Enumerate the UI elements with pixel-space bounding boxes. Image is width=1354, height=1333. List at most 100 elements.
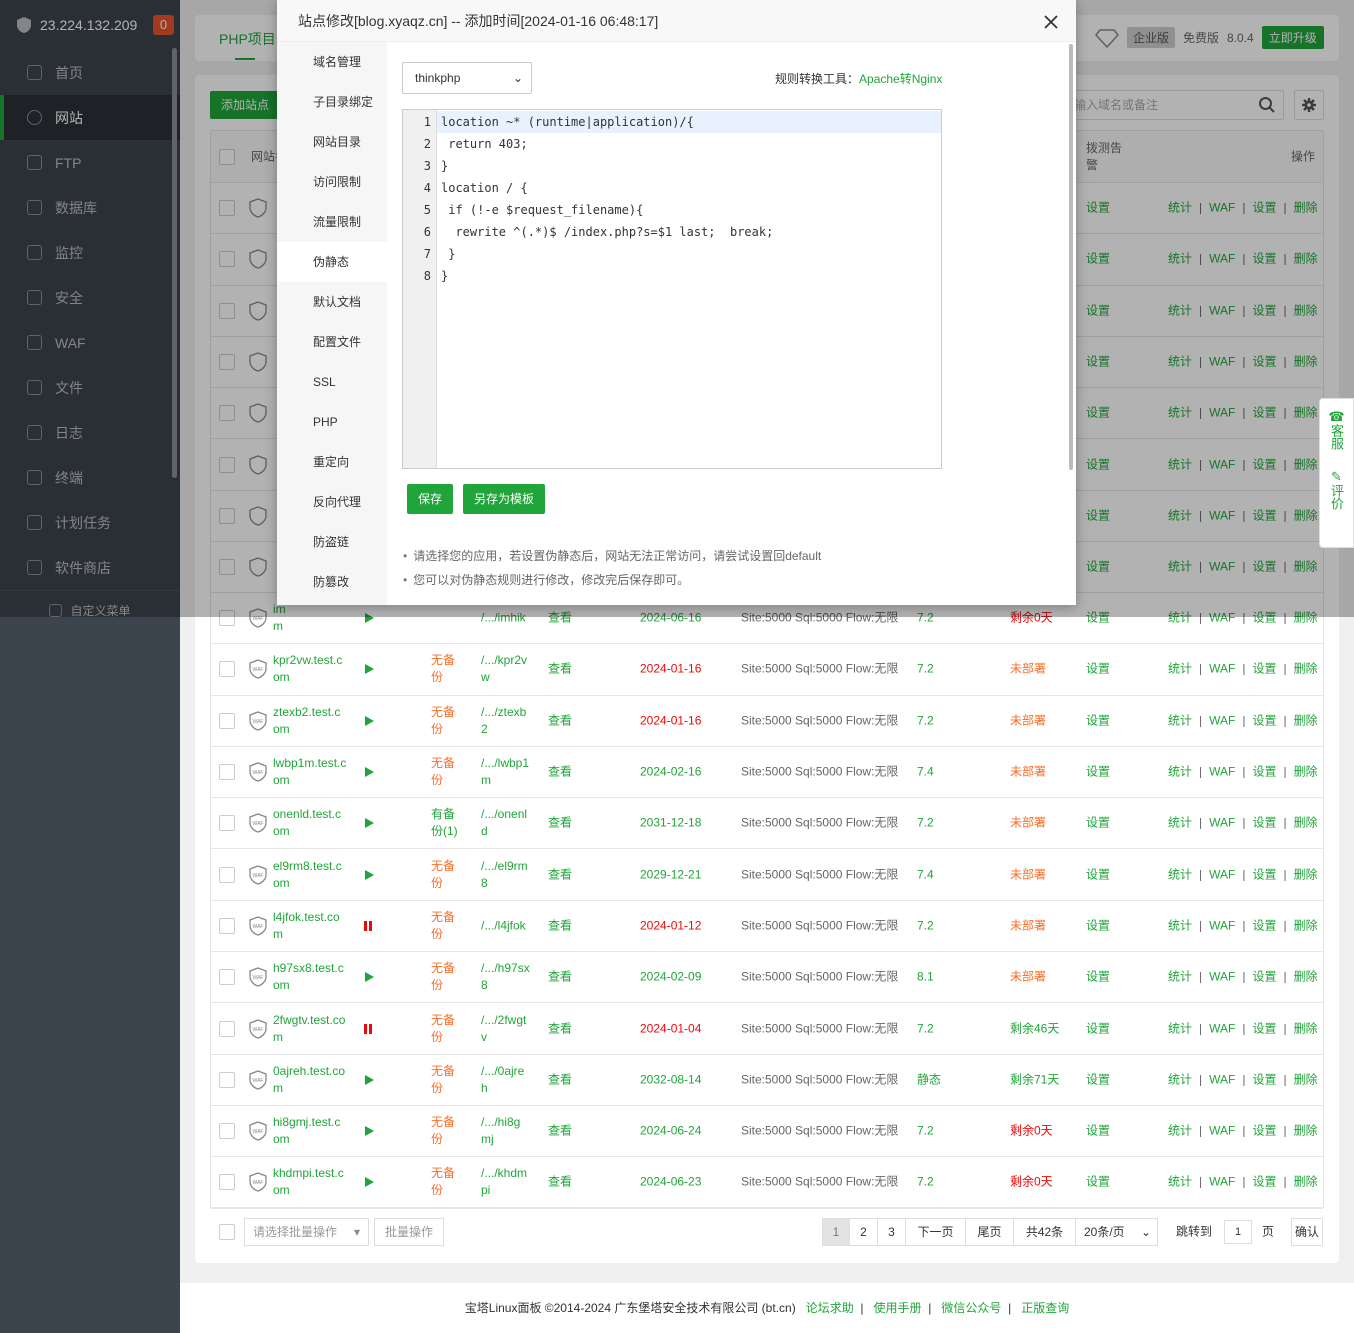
site-name-link[interactable]: khdmpi.test.c om: [273, 1165, 344, 1199]
settings-link[interactable]: 设置: [1252, 866, 1276, 883]
row-checkbox[interactable]: [219, 866, 235, 883]
delete-link[interactable]: 删除: [1294, 661, 1318, 678]
settings-link[interactable]: 设置: [1252, 1020, 1276, 1037]
backup-status[interactable]: 无备份: [431, 704, 455, 738]
backup-status[interactable]: 无备份: [431, 755, 455, 789]
quota-text[interactable]: Site:5000 Sql:5000 Flow:无限: [741, 1020, 898, 1037]
view-link[interactable]: 查看: [548, 712, 572, 729]
apache-to-nginx-link[interactable]: Apache转Nginx: [859, 72, 942, 86]
backup-status[interactable]: 无备份: [431, 1114, 455, 1148]
backup-status[interactable]: 无备份: [431, 652, 455, 686]
stats-link[interactable]: 统计: [1168, 1174, 1192, 1191]
stats-link[interactable]: 统计: [1168, 969, 1192, 986]
ssl-status[interactable]: 未部署: [1010, 815, 1046, 832]
close-icon[interactable]: [1041, 12, 1061, 32]
modal-nav-item[interactable]: 域名管理: [277, 42, 387, 82]
site-path-link[interactable]: /.../onenl d: [481, 806, 527, 840]
ssl-status[interactable]: 未部署: [1010, 866, 1046, 883]
delete-link[interactable]: 删除: [1294, 712, 1318, 729]
modal-nav-item[interactable]: 默认文档: [277, 282, 387, 322]
view-link[interactable]: 查看: [548, 866, 572, 883]
backup-status[interactable]: 无备份: [431, 960, 455, 994]
delete-link[interactable]: 删除: [1294, 969, 1318, 986]
backup-status[interactable]: 无备份: [431, 1012, 455, 1046]
stats-link[interactable]: 统计: [1168, 1020, 1192, 1037]
settings-link[interactable]: 设置: [1252, 1123, 1276, 1140]
code-line[interactable]: location / {: [441, 177, 528, 199]
expire-date[interactable]: 2024-02-09: [640, 969, 701, 986]
stopped-pause-icon[interactable]: [364, 920, 372, 931]
modal-nav-item[interactable]: 子目录绑定: [277, 82, 387, 122]
site-name-link[interactable]: l4jfok.test.co m: [273, 909, 340, 943]
row-checkbox[interactable]: [219, 661, 235, 678]
template-select[interactable]: thinkphp ⌄: [402, 62, 532, 94]
settings-link[interactable]: 设置: [1252, 764, 1276, 781]
settings-link[interactable]: 设置: [1252, 815, 1276, 832]
expire-date[interactable]: 2031-12-18: [640, 815, 701, 832]
ssl-status[interactable]: 未部署: [1010, 917, 1046, 934]
view-link[interactable]: 查看: [548, 1123, 572, 1140]
php-version[interactable]: 7.2: [917, 712, 934, 729]
waf-link[interactable]: WAF: [1209, 815, 1235, 832]
stats-link[interactable]: 统计: [1168, 764, 1192, 781]
view-link[interactable]: 查看: [548, 917, 572, 934]
modal-nav-item[interactable]: 反向代理: [277, 482, 387, 522]
settings-link[interactable]: 设置: [1252, 1071, 1276, 1088]
view-link[interactable]: 查看: [548, 815, 572, 832]
ssl-status[interactable]: 未部署: [1010, 764, 1046, 781]
code-line[interactable]: return 403;: [441, 133, 527, 155]
link-verify[interactable]: 正版查询: [1021, 1301, 1069, 1315]
rewrite-code-editor[interactable]: 1 2 3 4 5 6 7 8 location ~* (runtime|applicatio…: [402, 109, 942, 469]
quota-text[interactable]: Site:5000 Sql:5000 Flow:无限: [741, 815, 898, 832]
ssl-status[interactable]: 未部署: [1010, 712, 1046, 729]
dial-setting-link[interactable]: 设置: [1086, 764, 1110, 781]
dial-setting-link[interactable]: 设置: [1086, 917, 1110, 934]
php-version[interactable]: 8.1: [917, 969, 934, 986]
modal-nav-item[interactable]: 防盗链: [277, 522, 387, 562]
waf-link[interactable]: WAF: [1209, 917, 1235, 934]
expire-date[interactable]: 2024-02-16: [640, 764, 701, 781]
save-as-template-button[interactable]: 另存为模板: [463, 484, 545, 514]
delete-link[interactable]: 删除: [1294, 866, 1318, 883]
site-path-link[interactable]: /.../khdm pi: [481, 1165, 527, 1199]
site-path-link[interactable]: /.../hi8g mj: [481, 1114, 520, 1148]
expire-date[interactable]: 2024-01-16: [640, 712, 701, 729]
row-checkbox[interactable]: [219, 917, 235, 934]
page-2[interactable]: 2: [850, 1218, 878, 1246]
view-link[interactable]: 查看: [548, 1174, 572, 1191]
batch-button[interactable]: 批量操作: [374, 1218, 444, 1246]
php-version[interactable]: 7.2: [917, 1123, 934, 1140]
ssl-status[interactable]: 剩余0天: [1010, 1174, 1053, 1191]
site-name-link[interactable]: hi8gmj.test.c om: [273, 1114, 340, 1148]
quota-text[interactable]: Site:5000 Sql:5000 Flow:无限: [741, 866, 898, 883]
ssl-status[interactable]: 未部署: [1010, 969, 1046, 986]
modal-nav-item[interactable]: PHP: [277, 402, 387, 442]
view-link[interactable]: 查看: [548, 764, 572, 781]
batch-select[interactable]: 请选择批量操作 ▾: [244, 1218, 369, 1246]
stats-link[interactable]: 统计: [1168, 917, 1192, 934]
modal-nav-item[interactable]: 网站目录: [277, 122, 387, 162]
running-play-icon[interactable]: [365, 972, 374, 983]
delete-link[interactable]: 删除: [1294, 1020, 1318, 1037]
waf-link[interactable]: WAF: [1209, 1123, 1235, 1140]
quota-text[interactable]: Site:5000 Sql:5000 Flow:无限: [741, 1123, 898, 1140]
site-path-link[interactable]: /.../h97sx 8: [481, 960, 530, 994]
delete-link[interactable]: 删除: [1294, 764, 1318, 781]
site-path-link[interactable]: /.../0ajre h: [481, 1063, 524, 1097]
site-name-link[interactable]: ztexb2.test.c om: [273, 704, 340, 738]
row-checkbox[interactable]: [219, 969, 235, 986]
link-wechat[interactable]: 微信公众号: [941, 1301, 1001, 1315]
site-path-link[interactable]: /.../kpr2v w: [481, 652, 527, 686]
stopped-pause-icon[interactable]: [364, 1023, 372, 1034]
settings-link[interactable]: 设置: [1252, 917, 1276, 934]
quota-text[interactable]: Site:5000 Sql:5000 Flow:无限: [741, 764, 898, 781]
view-link[interactable]: 查看: [548, 661, 572, 678]
site-path-link[interactable]: /.../2fwgt v: [481, 1012, 526, 1046]
running-play-icon[interactable]: [365, 664, 374, 675]
page-1[interactable]: 1: [822, 1218, 850, 1246]
link-forum[interactable]: 论坛求助: [806, 1301, 854, 1315]
site-name-link[interactable]: kpr2vw.test.c om: [273, 652, 342, 686]
modal-nav-item[interactable]: 重定向: [277, 442, 387, 482]
waf-link[interactable]: WAF: [1209, 866, 1235, 883]
row-checkbox[interactable]: [219, 1020, 235, 1037]
